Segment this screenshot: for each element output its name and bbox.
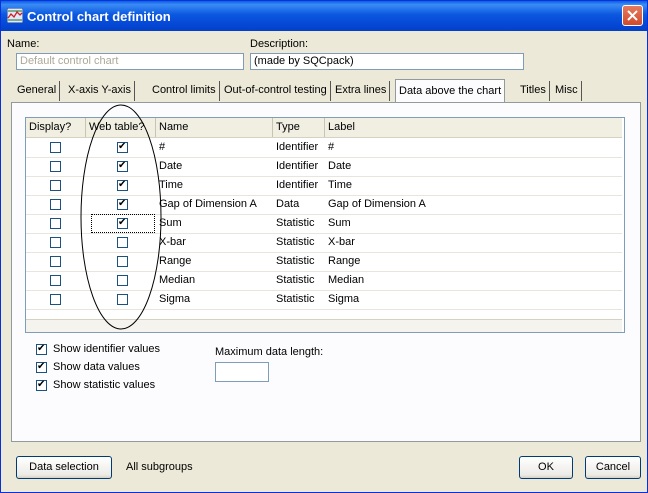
cell-name: # [159, 141, 166, 153]
cell-type: Statistic [276, 293, 315, 305]
cell-type: Statistic [276, 217, 315, 229]
display-checkbox[interactable] [50, 199, 61, 210]
header-name[interactable]: Name [156, 118, 273, 137]
dialog-window: Control chart definition Name: Default c… [0, 0, 648, 493]
subgroups-label: All subgroups [126, 461, 193, 473]
show-data-checkbox[interactable] [36, 360, 47, 374]
cell-name: Date [159, 160, 183, 172]
cell-type: Data [276, 198, 300, 210]
cell-type: Identifier [276, 160, 319, 172]
show-statistic-option[interactable]: Show statistic values [36, 378, 155, 392]
cell-name: Sigma [159, 293, 191, 305]
close-button[interactable] [622, 5, 643, 26]
show-statistic-checkbox[interactable] [36, 378, 47, 392]
cell-label: Sum [328, 217, 351, 229]
display-checkbox[interactable] [50, 180, 61, 191]
display-checkbox[interactable] [50, 275, 61, 286]
cell-label: # [328, 141, 335, 153]
tab-data-above-the-chart[interactable]: Data above the chart [395, 79, 506, 102]
display-checkbox[interactable] [50, 294, 61, 305]
cell-label: Median [328, 274, 365, 286]
display-checkbox[interactable] [50, 161, 61, 172]
cell-type: Identifier [276, 179, 319, 191]
data-selection-button[interactable]: Data selection [16, 456, 112, 479]
tab-general[interactable]: General [14, 81, 61, 101]
cell-name: Sum [159, 217, 182, 229]
cancel-button[interactable]: Cancel [585, 456, 641, 479]
display-checkbox[interactable] [50, 218, 61, 229]
show-identifier-checkbox[interactable] [36, 342, 47, 356]
chart-icon [7, 8, 23, 23]
tab-extra-lines[interactable]: Extra lines [332, 81, 391, 101]
cell-name: Time [159, 179, 184, 191]
cell-name: Gap of Dimension A [159, 198, 257, 210]
annotation-ellipse [80, 104, 162, 330]
name-field[interactable]: Default control chart [16, 53, 244, 70]
max-data-length-field[interactable] [215, 362, 269, 382]
title-bar[interactable]: Control chart definition [1, 1, 647, 31]
description-label: Description: [250, 38, 309, 50]
tab-x-axis-y-axis[interactable]: X-axis Y-axis [65, 81, 135, 101]
header-type[interactable]: Type [273, 118, 325, 137]
cell-label: Gap of Dimension A [328, 198, 426, 210]
close-icon [627, 10, 638, 21]
cell-label: Date [328, 160, 352, 172]
cell-name: Range [159, 255, 192, 267]
show-identifier-option[interactable]: Show identifier values [36, 342, 160, 356]
display-checkbox[interactable] [50, 142, 61, 153]
cell-type: Statistic [276, 236, 315, 248]
tab-misc[interactable]: Misc [552, 81, 582, 101]
max-data-length-label: Maximum data length: [215, 346, 324, 358]
tab-control-limits[interactable]: Control limits [149, 81, 220, 101]
tab-out-of-control-testing[interactable]: Out-of-control testing [221, 81, 331, 101]
show-data-option[interactable]: Show data values [36, 360, 140, 374]
tab-titles[interactable]: Titles [517, 81, 550, 101]
cell-label: X-bar [328, 236, 355, 248]
cell-type: Statistic [276, 255, 315, 267]
description-field[interactable]: (made by SQCpack) [250, 53, 524, 70]
window-title: Control chart definition [27, 9, 171, 24]
display-checkbox[interactable] [50, 256, 61, 267]
cell-label: Sigma [328, 293, 360, 305]
cell-type: Identifier [276, 141, 319, 153]
cell-label: Range [328, 255, 361, 267]
cell-name: Median [159, 274, 196, 286]
display-checkbox[interactable] [50, 237, 61, 248]
ok-button[interactable]: OK [519, 456, 573, 479]
cell-label: Time [328, 179, 353, 191]
header-label[interactable]: Label [325, 118, 622, 137]
name-label: Name: [7, 38, 40, 50]
cell-name: X-bar [159, 236, 186, 248]
cell-type: Statistic [276, 274, 315, 286]
